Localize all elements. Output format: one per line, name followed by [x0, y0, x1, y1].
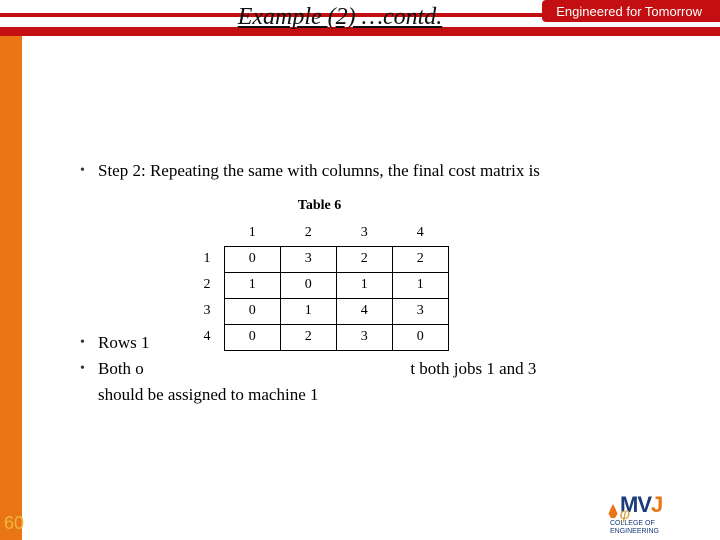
logo-sub2: ENGINEERING — [610, 528, 659, 535]
tagline-text: Engineered for Tomorrow — [556, 4, 702, 19]
table-row: 2 1 0 1 1 — [190, 272, 448, 298]
table-row: 1 0 3 2 2 — [190, 246, 448, 272]
cell: 0 — [224, 246, 280, 272]
logo-subtext: COLLEGE OF ENGINEERING — [610, 520, 659, 536]
bullet-icon: • — [80, 358, 98, 380]
row-label: 2 — [190, 272, 224, 298]
table-6: Table 6 1 2 3 4 1 0 3 2 2 2 1 0 1 1 — [182, 198, 457, 351]
cell: 1 — [336, 272, 392, 298]
cell: 1 — [280, 298, 336, 324]
cell: 2 — [280, 324, 336, 350]
cell: 2 — [392, 246, 448, 272]
col-header: 2 — [280, 220, 336, 246]
cell: 4 — [336, 298, 392, 324]
bullet-3: • Both o t both jobs 1 and 3 — [80, 358, 680, 380]
cell: 3 — [280, 246, 336, 272]
bullet-3-left: Both o — [98, 359, 144, 378]
bullet-1: • Step 2: Repeating the same with column… — [80, 160, 680, 182]
slide: Engineered for Tomorrow Example (2) …con… — [0, 0, 720, 540]
cell: 1 — [392, 272, 448, 298]
bullet-icon: • — [80, 160, 98, 182]
col-header: 1 — [224, 220, 280, 246]
bullet-3-cont: should be assigned to machine 1 — [80, 384, 680, 406]
bullet-icon: • — [80, 332, 98, 354]
bullet-1-text: Step 2: Repeating the same with columns,… — [98, 160, 540, 182]
col-header: 3 — [336, 220, 392, 246]
bullet-3-text: Both o t both jobs 1 and 3 — [98, 358, 658, 380]
bullet-2-text: Rows 1 — [98, 332, 149, 354]
cost-matrix-table: 1 2 3 4 1 0 3 2 2 2 1 0 1 1 3 0 — [190, 220, 449, 351]
col-header: 4 — [392, 220, 448, 246]
mvj-logo: φ MVJ COLLEGE OF ENGINEERING — [608, 492, 708, 532]
table-col-headers: 1 2 3 4 — [190, 220, 448, 246]
corner-cell — [190, 220, 224, 246]
logo-j: J — [651, 492, 662, 517]
table-caption: Table 6 — [182, 198, 457, 214]
phi-glyph: φ — [620, 506, 630, 524]
row-label: 1 — [190, 246, 224, 272]
logo-sub1: COLLEGE OF — [610, 520, 655, 527]
cell: 0 — [224, 298, 280, 324]
cell: 3 — [336, 324, 392, 350]
cell: 3 — [392, 298, 448, 324]
cell: 0 — [224, 324, 280, 350]
row-label: 3 — [190, 298, 224, 324]
table-row: 3 0 1 4 3 — [190, 298, 448, 324]
cell: 2 — [336, 246, 392, 272]
bullet-3-right: t both jobs 1 and 3 — [410, 359, 536, 378]
flame-icon — [608, 504, 618, 518]
cell: 0 — [392, 324, 448, 350]
cell: 0 — [280, 272, 336, 298]
page-number: 60 — [4, 513, 24, 534]
tagline-badge: Engineered for Tomorrow — [542, 0, 720, 22]
table-row: 4 0 2 3 0 — [190, 324, 448, 350]
cell: 1 — [224, 272, 280, 298]
row-label: 4 — [190, 324, 224, 350]
left-accent-bar — [0, 0, 22, 540]
bullet-3-cont-text: should be assigned to machine 1 — [98, 384, 319, 406]
slide-title: Example (2) …contd. — [160, 4, 520, 31]
